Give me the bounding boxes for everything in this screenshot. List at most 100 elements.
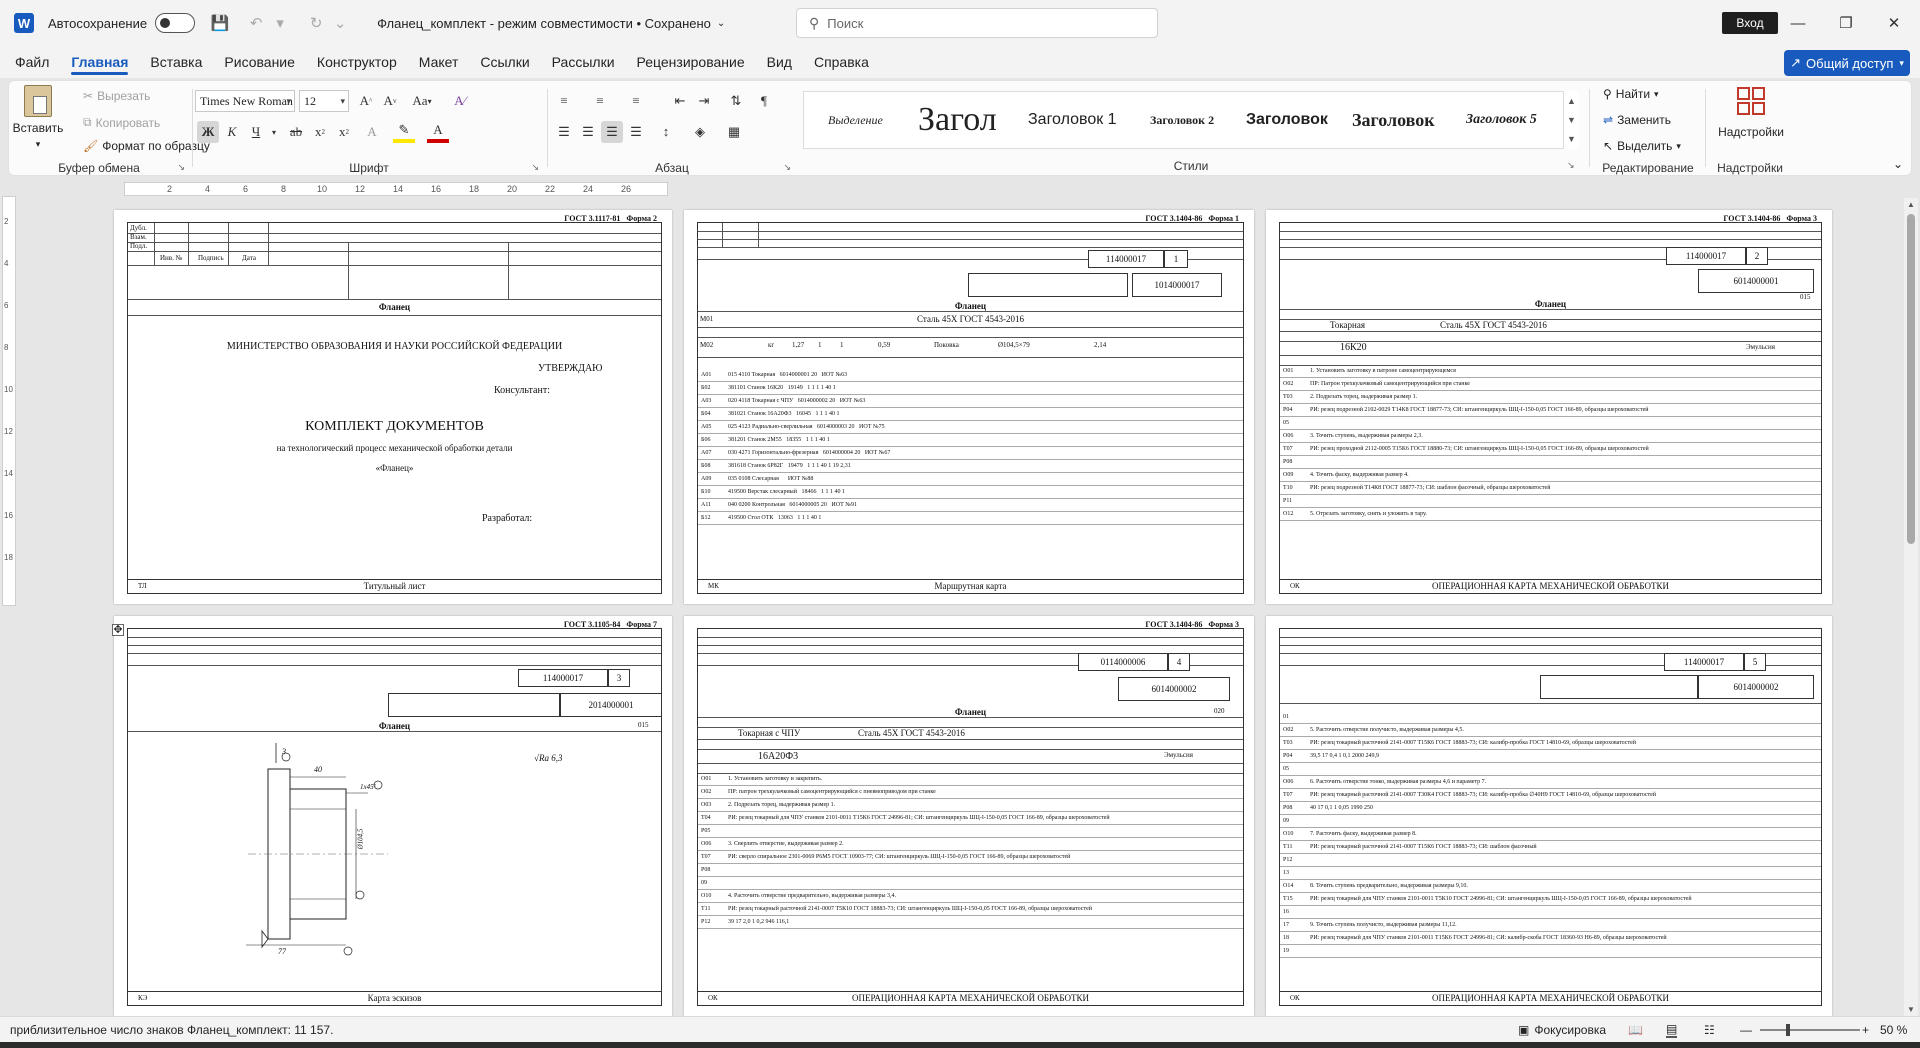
close-icon[interactable]: ✕ — [1876, 10, 1912, 36]
focus-button[interactable]: ▣ Фокусировка — [1518, 1023, 1606, 1037]
highlight-icon[interactable]: ✎ — [393, 121, 415, 143]
scrollbar-thumb[interactable] — [1907, 214, 1915, 544]
collapse-ribbon-icon[interactable]: ⌄ — [1893, 157, 1903, 171]
read-mode-icon[interactable]: 📖 — [1628, 1023, 1643, 1037]
style-emphasis[interactable]: Выделение — [828, 92, 883, 148]
undo-icon[interactable]: ↶ — [245, 12, 267, 34]
page-route-card[interactable]: ГОСТ 3.1404-86 Форма 1 114000017 1 10140… — [684, 210, 1254, 604]
find-button[interactable]: ⚲ Найти ▾ — [1603, 87, 1659, 101]
shrink-font-icon[interactable]: Av — [379, 90, 401, 112]
horizontal-ruler[interactable]: 2 4 6 8 10 12 14 16 18 20 22 24 26 — [124, 182, 668, 196]
chevron-down-icon[interactable]: ⌄ — [717, 18, 725, 29]
document-title[interactable]: Фланец_комплект - режим совместимости • … — [377, 16, 711, 31]
page-sketch-card[interactable]: ✥ ГОСТ 3.1105-84 Форма 7 114000017 3 201… — [112, 616, 672, 1016]
page-op-card-020-cont[interactable]: 114000017 5 6014000002 01 О02 5. Расточит… — [1266, 616, 1832, 1016]
superscript-icon[interactable]: x2 — [333, 121, 355, 143]
restore-icon[interactable]: ❐ — [1828, 10, 1864, 36]
repeat-icon[interactable]: ↻ — [305, 12, 327, 34]
web-layout-icon[interactable]: ☷ — [1704, 1023, 1715, 1037]
font-size-combo[interactable]: 12 ▾ — [299, 90, 349, 112]
search-input[interactable]: ⚲ Поиск — [796, 8, 1158, 38]
qat-customize-icon[interactable]: ⌄ — [329, 12, 351, 34]
borders-icon[interactable]: ▦ — [723, 121, 745, 143]
dialog-launcher-icon[interactable]: ↘ — [783, 162, 791, 173]
table-move-handle-icon[interactable]: ✥ — [112, 624, 124, 636]
multilevel-list-icon[interactable]: ≡ — [625, 90, 647, 112]
paste-button[interactable]: Вставить ▾ — [13, 85, 63, 150]
chevron-up-icon[interactable]: ▲ — [1567, 96, 1576, 106]
chevron-down-icon[interactable]: ▾ — [263, 121, 285, 143]
select-button[interactable]: ↖ Выделить ▾ — [1603, 139, 1681, 153]
more-icon[interactable]: ▼ — [1567, 134, 1576, 144]
grow-font-icon[interactable]: A ^ — [355, 90, 377, 112]
scroll-up-icon[interactable]: ▲ — [1907, 200, 1915, 209]
save-icon[interactable]: 💾 — [209, 12, 231, 34]
tab-draw[interactable]: Рисование — [213, 46, 306, 78]
zoom-in-icon[interactable]: + — [1862, 1023, 1869, 1037]
increase-indent-icon[interactable]: ⇥ — [693, 90, 715, 112]
align-right-icon[interactable]: ☰ — [601, 121, 623, 143]
cut-button[interactable]: ✂ Вырезать — [83, 89, 150, 103]
replace-button[interactable]: ⇌ Заменить — [1603, 113, 1671, 127]
text-effects-icon[interactable]: A — [361, 121, 383, 143]
tab-layout[interactable]: Макет — [408, 46, 470, 78]
sort-icon[interactable]: ⇅ — [725, 90, 747, 112]
tab-review[interactable]: Рецензирование — [626, 46, 756, 78]
vertical-scrollbar[interactable]: ▲ ▼ — [1904, 198, 1918, 1016]
tab-mailings[interactable]: Рассылки — [541, 46, 626, 78]
clear-formatting-icon[interactable]: A∕ — [449, 90, 471, 112]
scroll-down-icon[interactable]: ▼ — [1907, 1005, 1915, 1014]
page-op-card-015[interactable]: ГОСТ 3.1404-86 Форма 3 114000017 2 60140… — [1266, 210, 1832, 604]
tab-home[interactable]: Главная — [60, 46, 139, 78]
copy-button[interactable]: ⧉ Копировать — [83, 115, 160, 130]
style-heading1[interactable]: Заголовок 1 — [1028, 92, 1117, 148]
tab-file[interactable]: Файл — [4, 46, 60, 78]
tab-view[interactable]: Вид — [756, 46, 803, 78]
dialog-launcher-icon[interactable]: ↘ — [531, 162, 539, 173]
style-heading5[interactable]: Заголовок 5 — [1466, 92, 1537, 148]
bullets-icon[interactable]: ≡ — [553, 90, 575, 112]
zoom-out-icon[interactable]: — — [1740, 1023, 1752, 1037]
tab-insert[interactable]: Вставка — [139, 46, 213, 78]
zoom-level[interactable]: 50 % — [1880, 1023, 1907, 1037]
document-canvas[interactable]: ГОСТ 3.1117-81 Форма 2 Дубл. Взам. Подл.… — [16, 198, 1898, 1016]
style-heading2[interactable]: Заголовок 2 — [1150, 92, 1214, 148]
style-title[interactable]: Загол — [918, 92, 1018, 148]
word-count-status[interactable]: приблизительное число знаков Фланец_комп… — [10, 1023, 333, 1037]
dialog-launcher-icon[interactable]: ↘ — [177, 162, 185, 173]
minimize-icon[interactable]: — — [1780, 10, 1816, 36]
style-heading[interactable]: Заголовок — [1352, 92, 1435, 148]
font-color-icon[interactable]: A — [427, 121, 449, 143]
italic-button[interactable]: К — [221, 121, 243, 143]
addins-button[interactable]: Надстройки — [1711, 87, 1791, 139]
justify-icon[interactable]: ☰ — [625, 121, 647, 143]
decrease-indent-icon[interactable]: ⇤ — [669, 90, 691, 112]
align-center-icon[interactable]: ☰ — [577, 121, 599, 143]
tab-references[interactable]: Ссылки — [469, 46, 540, 78]
styles-scroll[interactable]: ▲ ▼ ▼ — [1563, 91, 1579, 149]
numbering-icon[interactable]: ≡ — [589, 90, 611, 112]
autosave-toggle[interactable] — [155, 13, 196, 33]
subscript-icon[interactable]: x2 — [309, 121, 331, 143]
style-heading3[interactable]: Заголовок 3 — [1246, 92, 1332, 148]
strikethrough-icon[interactable]: ab — [285, 121, 307, 143]
login-button[interactable]: Вход — [1722, 12, 1778, 34]
vertical-ruler[interactable]: 2 4 6 8 10 12 14 16 18 — [2, 196, 16, 606]
zoom-slider[interactable] — [1760, 1024, 1860, 1036]
redo-icon[interactable]: ▾ — [269, 12, 291, 34]
page-title-sheet[interactable]: ГОСТ 3.1117-81 Форма 2 Дубл. Взам. Подл.… — [114, 210, 672, 604]
pilcrow-icon[interactable]: ¶ — [753, 90, 775, 112]
font-name-combo[interactable]: Times New Roman ▾ — [195, 90, 295, 112]
bold-button[interactable]: Ж — [197, 121, 219, 143]
zoom-slider-thumb[interactable] — [1786, 1024, 1790, 1036]
format-painter-button[interactable]: 🖌 Формат по образцу — [83, 139, 210, 153]
change-case-icon[interactable]: Aa ▾ — [405, 90, 439, 112]
chevron-down-icon[interactable]: ▼ — [1567, 115, 1576, 125]
shading-icon[interactable]: ◈ — [689, 121, 711, 143]
share-button[interactable]: ↗ Общий доступ ▾ — [1784, 50, 1910, 76]
page-op-card-020[interactable]: ГОСТ 3.1404-86 Форма 3 0114000006 4 6014… — [684, 616, 1254, 1016]
align-left-icon[interactable]: ☰ — [553, 121, 575, 143]
tab-help[interactable]: Справка — [803, 46, 880, 78]
tab-design[interactable]: Конструктор — [306, 46, 408, 78]
line-spacing-icon[interactable]: ↕ — [655, 121, 677, 143]
